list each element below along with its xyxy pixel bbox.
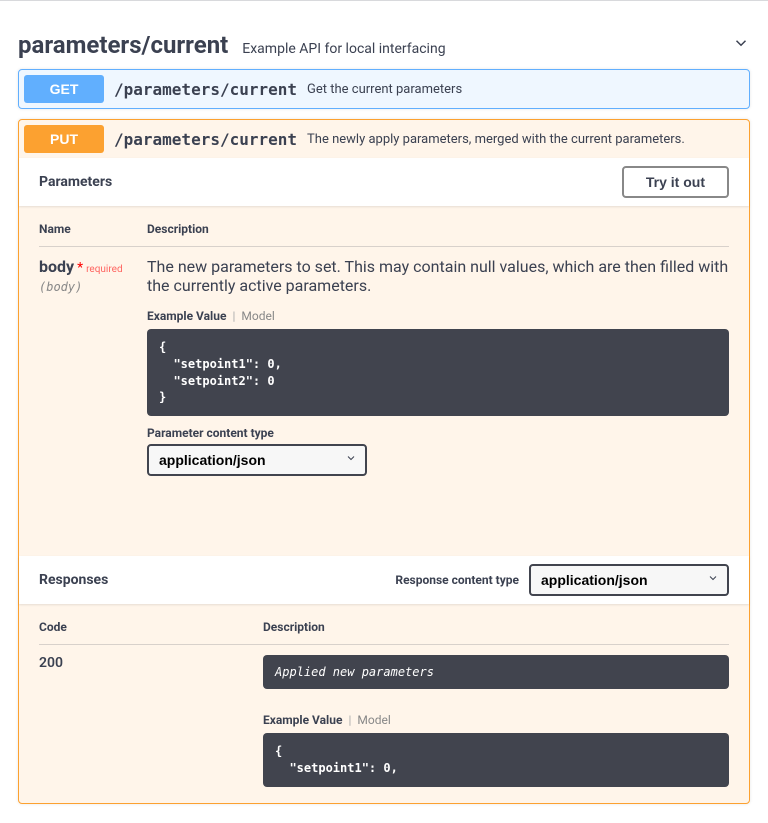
required-label: required: [86, 264, 122, 275]
method-badge-get: GET: [24, 75, 104, 103]
example-code[interactable]: { "setpoint1": 0, "setpoint2": 0 }: [147, 329, 729, 416]
response-content-type-label: Response content type: [395, 573, 519, 587]
param-content-type-label: Parameter content type: [147, 426, 729, 440]
responses-title: Responses: [39, 572, 108, 588]
path-get: /parameters/current: [114, 80, 297, 99]
param-description: The new parameters to set. This may cont…: [147, 257, 729, 295]
param-content-type-select[interactable]: application/json: [147, 444, 367, 476]
th-description: Description: [147, 222, 729, 236]
response-content-type-select[interactable]: application/json: [529, 564, 729, 596]
th-resp-description: Description: [263, 620, 729, 634]
responses-header: Responses Response content type applicat…: [19, 556, 749, 604]
param-in: (body): [39, 280, 147, 294]
path-put: /parameters/current: [114, 130, 297, 149]
parameters-header: Parameters Try it out: [19, 158, 749, 206]
response-example-code[interactable]: { "setpoint1": 0,: [263, 733, 729, 787]
opblock-summary-get[interactable]: GET /parameters/current Get the current …: [19, 70, 749, 108]
summary-put: The newly apply parameters, merged with …: [307, 132, 685, 147]
summary-get: Get the current parameters: [307, 82, 462, 97]
tag-name: parameters/current: [18, 31, 228, 59]
parameters-title: Parameters: [39, 174, 112, 190]
tab-example-value[interactable]: Example Value: [147, 309, 226, 323]
response-code-200: 200: [39, 655, 263, 787]
th-name: Name: [39, 222, 147, 236]
chevron-down-icon[interactable]: [732, 34, 750, 56]
param-name-body: body: [39, 257, 74, 276]
opblock-summary-put[interactable]: PUT /parameters/current The newly apply …: [19, 120, 749, 158]
tag-description: Example API for local interfacing: [242, 41, 445, 57]
th-code: Code: [39, 620, 263, 634]
method-badge-put: PUT: [24, 125, 104, 153]
response-text: Applied new parameters: [263, 655, 729, 689]
required-star: *: [74, 260, 86, 276]
tag-header[interactable]: parameters/current Example API for local…: [18, 21, 750, 69]
opblock-put: PUT /parameters/current The newly apply …: [18, 119, 750, 804]
try-it-out-button[interactable]: Try it out: [622, 166, 729, 198]
opblock-get: GET /parameters/current Get the current …: [18, 69, 750, 109]
tab-example-value-response[interactable]: Example Value: [263, 713, 342, 727]
tab-model[interactable]: Model: [241, 309, 274, 323]
tab-model-response[interactable]: Model: [357, 713, 390, 727]
